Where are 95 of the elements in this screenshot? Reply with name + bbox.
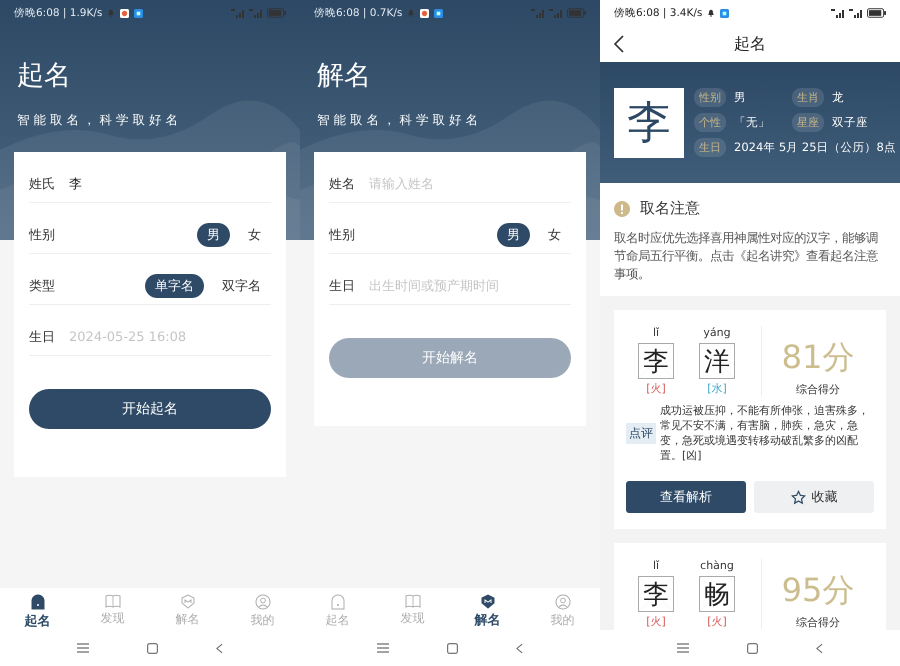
- fact-label: 性别: [694, 88, 726, 107]
- score-label: 综合得分: [796, 382, 840, 397]
- signal-icon: [249, 8, 263, 18]
- bell-icon: [707, 9, 716, 17]
- signal-icon: [549, 8, 563, 18]
- person-icon: [554, 594, 570, 610]
- submit-button[interactable]: 开始起名: [29, 389, 271, 429]
- field-label: 姓名: [329, 176, 355, 193]
- option-chip[interactable]: 双字名: [212, 274, 271, 298]
- page-title: 起名: [17, 59, 71, 93]
- menu-icon: [77, 643, 89, 653]
- back-button[interactable]: [614, 35, 624, 53]
- fact-value: 双子座: [832, 115, 869, 130]
- page-subtitle: 智能取名，科学取好名: [317, 112, 482, 129]
- back-icon: [516, 642, 523, 654]
- name-character: 洋: [699, 343, 735, 379]
- option-chip[interactable]: 男: [197, 223, 230, 247]
- fact-label: 个性: [694, 113, 726, 132]
- fact-label: 生肖: [792, 88, 824, 107]
- name-character: 李: [638, 576, 674, 612]
- field-label: 性别: [29, 227, 55, 244]
- input-field[interactable]: 李: [69, 176, 271, 192]
- fact-value: 「无」: [734, 115, 771, 130]
- fact-value: 男: [734, 90, 747, 105]
- field-label: 姓氏: [29, 176, 55, 193]
- home-icon: [147, 642, 158, 654]
- fact-value: 2024年 5月 25日（公历）8点: [734, 140, 894, 155]
- element-tag: [水]: [707, 381, 727, 396]
- status-time: 傍晚6:08 | 3.4K/s: [614, 6, 702, 20]
- status-time: 傍晚6:08 | 1.9K/s: [14, 6, 102, 20]
- element-tag: [火]: [707, 614, 727, 629]
- pinyin: lǐ: [652, 326, 660, 341]
- back-icon: [216, 642, 223, 654]
- tab-item[interactable]: 解名: [462, 588, 512, 630]
- tab-item[interactable]: 起名: [12, 588, 62, 630]
- pinyin: chàng: [700, 559, 734, 574]
- input-field[interactable]: 2024-05-25 16:08: [69, 330, 271, 344]
- option-chip[interactable]: 男: [497, 223, 530, 247]
- pinyin: yáng: [703, 326, 731, 341]
- fact-label: 生日: [694, 138, 726, 157]
- warning-icon: [614, 200, 630, 216]
- analysis-button[interactable]: 查看解析: [626, 481, 746, 513]
- score-value: 95分: [782, 570, 854, 611]
- badge-icon: [180, 594, 196, 609]
- name-character: 李: [638, 343, 674, 379]
- signal-icon: [831, 8, 845, 18]
- book-icon: [104, 594, 120, 608]
- field-label: 性别: [329, 227, 355, 244]
- arch-icon: [330, 594, 344, 610]
- score-label: 综合得分: [796, 615, 840, 630]
- score-value: 81分: [782, 337, 854, 378]
- field-label: 类型: [29, 278, 55, 295]
- badge-icon: [480, 594, 496, 609]
- fact-label: 星座: [792, 113, 824, 132]
- field-label: 生日: [329, 278, 355, 295]
- input-field[interactable]: 请输入姓名: [369, 176, 571, 192]
- signal-icon: [231, 8, 245, 18]
- favorite-button[interactable]: 收藏: [754, 481, 874, 513]
- menu-icon: [677, 643, 689, 653]
- comment-text: 成功运被压抑，不能有所伸张，迫害殊多，常见不安不满，有害脑，肺疾，急灾，急变，急死或境遇变转移动破乱繁多的凶配置。[凶]: [660, 403, 870, 463]
- back-icon: [614, 35, 624, 53]
- signal-icon: [849, 8, 863, 18]
- comment-label: 点评: [626, 422, 656, 444]
- battery-icon: [867, 8, 886, 18]
- person-icon: [254, 594, 270, 610]
- battery-icon: [267, 8, 286, 18]
- book-icon: [404, 594, 420, 608]
- menu-icon: [377, 643, 389, 653]
- battery-icon: [567, 8, 586, 18]
- option-chip[interactable]: 单字名: [145, 274, 204, 298]
- notice-title: 取名注意: [640, 199, 700, 218]
- signal-icon: [531, 8, 545, 18]
- home-icon: [447, 642, 458, 654]
- field-label: 生日: [29, 329, 55, 346]
- element-tag: [火]: [646, 381, 666, 396]
- bell-icon: [107, 9, 116, 17]
- app-icon: [720, 8, 730, 18]
- page-subtitle: 智能取名，科学取好名: [17, 112, 182, 129]
- nav-title: 起名: [734, 34, 766, 54]
- option-chip[interactable]: 女: [538, 223, 571, 247]
- page-title: 解名: [317, 59, 371, 93]
- status-time: 傍晚6:08 | 0.7K/s: [314, 6, 402, 20]
- element-tag: [火]: [646, 614, 666, 629]
- star-icon: [790, 490, 806, 504]
- arch-icon: [30, 594, 44, 610]
- back-icon: [816, 642, 823, 654]
- fact-value: 龙: [832, 90, 845, 105]
- option-chip[interactable]: 女: [238, 223, 271, 247]
- input-field[interactable]: 出生时间或预产期时间: [369, 278, 571, 294]
- notice-text: 取名时应优先选择喜用神属性对应的汉字，能够调节命局五行平衡。点击《起名讲究》查看起名注意事项。: [614, 229, 879, 283]
- name-character: 畅: [699, 576, 735, 612]
- pinyin: lǐ: [652, 559, 660, 574]
- bell-icon: [407, 9, 416, 17]
- surname-tile: 李: [614, 88, 684, 158]
- home-icon: [747, 642, 758, 654]
